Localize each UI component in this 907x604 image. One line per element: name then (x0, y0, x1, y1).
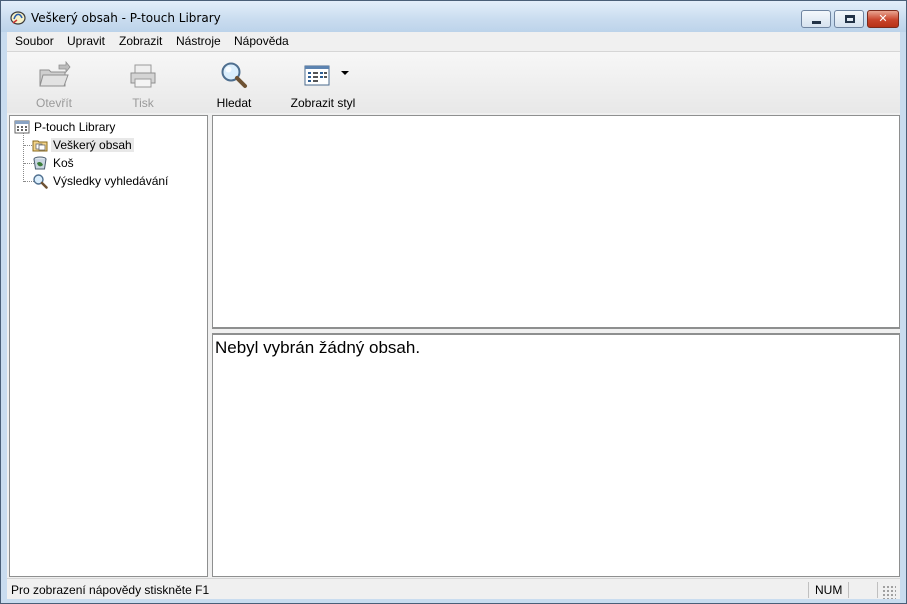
tree-item-label: Veškerý obsah (51, 138, 134, 152)
status-separator (877, 582, 878, 598)
open-button[interactable]: Otevřít (27, 55, 81, 111)
trash-icon (33, 156, 47, 170)
minimize-button[interactable] (801, 10, 831, 28)
status-bar: Pro zobrazení nápovědy stiskněte F1 NUM (7, 578, 900, 599)
folder-icon (32, 140, 48, 152)
minimize-icon (812, 21, 821, 24)
library-icon (14, 120, 30, 134)
menu-napoveda[interactable]: Nápověda (233, 34, 290, 48)
close-icon: ✕ (878, 12, 888, 25)
client-area: Soubor Upravit Zobrazit Nástroje Nápověd… (7, 32, 900, 599)
view-style-label: Zobrazit styl (290, 96, 356, 110)
menu-upravit[interactable]: Upravit (66, 34, 106, 48)
maximize-icon (845, 15, 855, 23)
num-lock-indicator: NUM (815, 583, 843, 597)
menu-bar: Soubor Upravit Zobrazit Nástroje Nápověd… (7, 32, 900, 51)
view-style-dropdown-icon[interactable] (341, 71, 349, 75)
magnifier-icon (221, 62, 247, 88)
no-content-message: Nebyl vybrán žádný obsah. (215, 338, 421, 357)
open-label: Otevřít (35, 96, 72, 110)
print-label: Tisk (132, 96, 154, 110)
tree-item-label: Výsledky vyhledávání (53, 174, 169, 188)
folder-open-icon (39, 61, 71, 87)
search-button[interactable]: Hledat (210, 55, 258, 111)
app-window: Veškerý obsah - P-touch Library ✕ Soubor… (0, 0, 907, 604)
printer-icon (130, 64, 156, 88)
tree-connector (23, 133, 24, 182)
status-separator (808, 582, 809, 598)
title-bar[interactable]: Veškerý obsah - P-touch Library ✕ (1, 1, 906, 32)
resize-grip-icon[interactable] (882, 585, 896, 599)
toolbar: Otevřít Tisk Hledat Zobrazit styl (7, 51, 900, 113)
view-style-button[interactable]: Zobrazit styl (287, 55, 359, 111)
search-results-icon (33, 174, 48, 189)
ptouch-app-icon (10, 11, 26, 25)
status-help-text: Pro zobrazení nápovědy stiskněte F1 (11, 583, 210, 597)
menu-soubor[interactable]: Soubor (14, 34, 55, 48)
content-preview-pane[interactable] (212, 115, 900, 329)
library-tree: P-touch Library Veškerý obsah Koš Výsled… (9, 115, 208, 577)
print-button[interactable]: Tisk (119, 55, 167, 111)
search-label: Hledat (216, 96, 252, 110)
tree-item-label: Koš (53, 156, 74, 170)
window-title: Veškerý obsah - P-touch Library (31, 11, 221, 25)
tree-root-label: P-touch Library (34, 120, 116, 134)
status-separator (848, 582, 849, 598)
close-button[interactable]: ✕ (867, 10, 899, 28)
maximize-button[interactable] (834, 10, 864, 28)
content-detail-pane: Nebyl vybrán žádný obsah. (212, 333, 900, 577)
menu-nastroje[interactable]: Nástroje (175, 34, 222, 48)
view-style-icon (304, 65, 330, 86)
menu-zobrazit[interactable]: Zobrazit (118, 34, 163, 48)
